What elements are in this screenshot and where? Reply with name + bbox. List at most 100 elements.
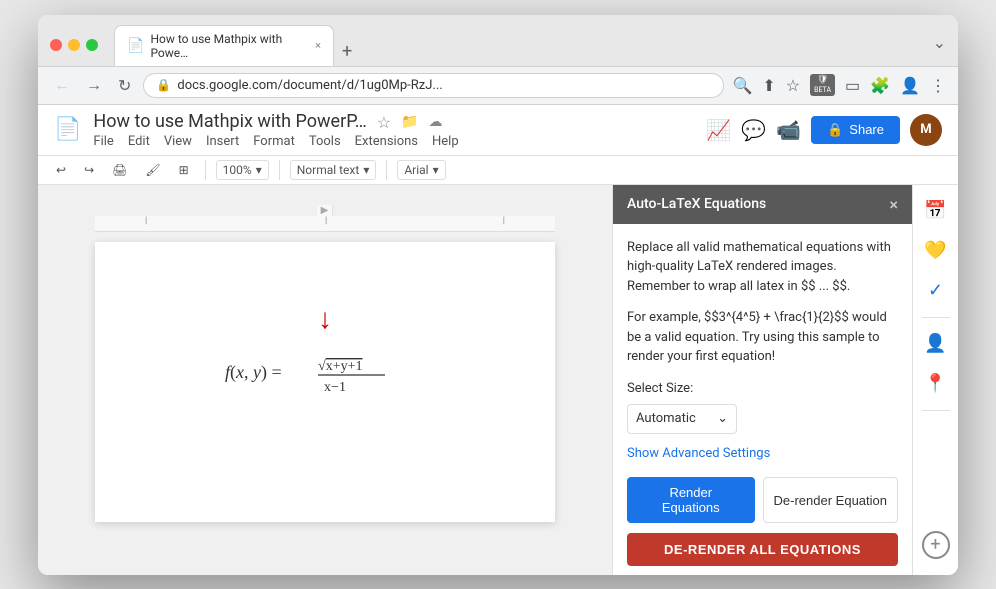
close-window-button[interactable]	[50, 39, 62, 51]
add-addon-button[interactable]: +	[922, 531, 950, 559]
docs-title: How to use Mathpix with PowerP…	[93, 111, 366, 132]
menu-help[interactable]: Help	[432, 134, 459, 149]
document-area[interactable]: ▶ | | | ↓ f(x, y) =	[38, 185, 612, 575]
minimize-window-button[interactable]	[68, 39, 80, 51]
sidebar-tasks-icon[interactable]: ✓	[918, 273, 954, 309]
maximize-window-button[interactable]	[86, 39, 98, 51]
svg-text:x−1: x−1	[324, 380, 346, 395]
docs-menu: File Edit View Insert Format Tools Exten…	[93, 134, 694, 149]
address-field[interactable]: 🔒 docs.google.com/document/d/1ug0Mp-RzJ.…	[143, 73, 724, 98]
derender-equation-button[interactable]: De-render Equation	[763, 477, 898, 523]
back-button[interactable]: ←	[50, 73, 74, 97]
render-equations-button[interactable]: Render Equations	[627, 477, 755, 523]
meet-icon[interactable]: 📹	[776, 118, 801, 142]
menu-view[interactable]: View	[164, 134, 192, 149]
extensions-icon[interactable]: 🧩	[870, 76, 890, 95]
share-button[interactable]: 🔒 Share	[811, 116, 900, 144]
cast-icon[interactable]: ▭	[845, 76, 860, 95]
zoom-value: 100%	[223, 163, 252, 177]
menu-extensions[interactable]: Extensions	[355, 134, 418, 149]
right-sidebar-separator	[922, 317, 950, 318]
address-text: docs.google.com/document/d/1ug0Mp-RzJ...	[177, 78, 711, 93]
panel-body: Replace all valid mathematical equations…	[613, 224, 912, 575]
active-tab[interactable]: 📄 How to use Mathpix with Powe… ×	[114, 25, 334, 66]
sidebar-calendar-icon[interactable]: 📅	[918, 193, 954, 229]
render-buttons-row: Render Equations De-render Equation	[627, 477, 898, 523]
share-label: Share	[849, 122, 884, 137]
bookmark-icon[interactable]: ☆	[786, 76, 800, 95]
lock-icon: 🔒	[156, 78, 171, 92]
share-icon[interactable]: ⬆	[762, 76, 775, 95]
font-value: Arial	[404, 163, 428, 177]
sidebar-contacts-icon[interactable]: 👤	[918, 326, 954, 362]
panel-desc-1: Replace all valid mathematical equations…	[627, 238, 898, 297]
main-content: ▶ | | | ↓ f(x, y) =	[38, 185, 958, 575]
latex-panel: Auto-LaTeX Equations × Replace all valid…	[612, 185, 912, 575]
separator-3	[386, 160, 387, 180]
zoom-arrow-icon: ▾	[256, 163, 262, 177]
show-advanced-link[interactable]: Show Advanced Settings	[627, 444, 898, 464]
down-arrow-icon: ↓	[318, 302, 332, 335]
document-page[interactable]: ↓ f(x, y) = √x+y+1 x−1	[95, 242, 555, 522]
undo-button[interactable]: ↩	[50, 160, 72, 180]
svg-text:√x+y+1: √x+y+1	[318, 359, 362, 374]
svg-text:f(x, y) =: f(x, y) =	[225, 362, 282, 383]
more-icon[interactable]: ⋮	[930, 76, 946, 95]
derender-all-button[interactable]: DE-RENDER ALL EQUATIONS	[627, 533, 898, 566]
style-value: Normal text	[297, 163, 360, 177]
cloud-icon[interactable]: ☁	[429, 114, 443, 130]
zoom-dropdown[interactable]: 100% ▾	[216, 160, 269, 180]
user-avatar[interactable]: M	[910, 114, 942, 146]
move-icon[interactable]: 📁	[401, 114, 418, 130]
sidebar-handle[interactable]: ▶	[317, 205, 333, 216]
tab-menu-button[interactable]: ⌄	[933, 33, 946, 58]
docs-header-icons: 📈 💬 📹 🔒 Share M	[706, 114, 942, 146]
title-bar: 📄 How to use Mathpix with Powe… × + ⌄	[38, 15, 958, 67]
docs-tab-icon: 📄	[127, 38, 144, 54]
browser-window: 📄 How to use Mathpix with Powe… × + ⌄ ← …	[38, 15, 958, 575]
panel-title: Auto-LaTeX Equations	[627, 196, 766, 212]
paint-format-button[interactable]: 🖌	[139, 160, 166, 180]
menu-insert[interactable]: Insert	[206, 134, 239, 149]
sidebar-keep-icon[interactable]: 💛	[918, 233, 954, 269]
refresh-button[interactable]: ↻	[114, 74, 135, 97]
docs-logo-icon: 📄	[54, 117, 81, 142]
separator	[205, 160, 206, 180]
ruler: | | |	[95, 216, 555, 232]
new-tab-button[interactable]: +	[334, 37, 360, 66]
tab-bar: 📄 How to use Mathpix with Powe… × +	[114, 25, 925, 66]
size-label: Select Size:	[627, 379, 898, 399]
tab-close-button[interactable]: ×	[315, 39, 321, 52]
panel-close-button[interactable]: ×	[889, 195, 898, 214]
panel-desc-2: For example, $$3^{4^5} + \frac{1}{2}$$ w…	[627, 308, 898, 367]
screen-reader-button[interactable]: ⊞	[173, 160, 195, 180]
forward-button[interactable]: →	[82, 73, 106, 97]
profile-icon[interactable]: 👤	[900, 76, 920, 95]
font-dropdown[interactable]: Arial ▾	[397, 160, 445, 180]
docs-header: 📄 How to use Mathpix with PowerP… ☆ 📁 ☁ …	[38, 105, 958, 156]
right-sidebar-separator-2	[922, 410, 950, 411]
menu-tools[interactable]: Tools	[309, 134, 341, 149]
menu-file[interactable]: File	[93, 134, 113, 149]
search-icon[interactable]: 🔍	[732, 76, 752, 95]
menu-format[interactable]: Format	[253, 134, 295, 149]
share-lock-icon: 🔒	[827, 122, 843, 138]
tab-title: How to use Mathpix with Powe…	[150, 32, 305, 60]
math-formula: f(x, y) = √x+y+1 x−1	[225, 343, 425, 403]
sidebar-maps-icon[interactable]: 📍	[918, 366, 954, 402]
style-dropdown[interactable]: Normal text ▾	[290, 160, 377, 180]
address-bar: ← → ↻ 🔒 docs.google.com/document/d/1ug0M…	[38, 67, 958, 105]
chart-icon[interactable]: 📈	[706, 118, 731, 142]
separator-2	[279, 160, 280, 180]
docs-title-section: How to use Mathpix with PowerP… ☆ 📁 ☁ Fi…	[93, 111, 694, 149]
formatting-bar: ↩ ↪ 🖨 🖌 ⊞ 100% ▾ Normal text ▾ Arial ▾	[38, 156, 958, 185]
menu-edit[interactable]: Edit	[128, 134, 150, 149]
font-arrow-icon: ▾	[433, 163, 439, 177]
redo-button[interactable]: ↪	[78, 160, 100, 180]
star-icon[interactable]: ☆	[377, 113, 391, 132]
browser-toolbar-icons: 🔍 ⬆ ☆ 🛡 BETA ▭ 🧩 👤 ⋮	[732, 74, 946, 95]
beta-badge: 🛡 BETA	[810, 74, 835, 95]
size-dropdown[interactable]: Automatic ⌄	[627, 404, 737, 434]
print-button[interactable]: 🖨	[106, 160, 133, 180]
comment-icon[interactable]: 💬	[741, 118, 766, 142]
